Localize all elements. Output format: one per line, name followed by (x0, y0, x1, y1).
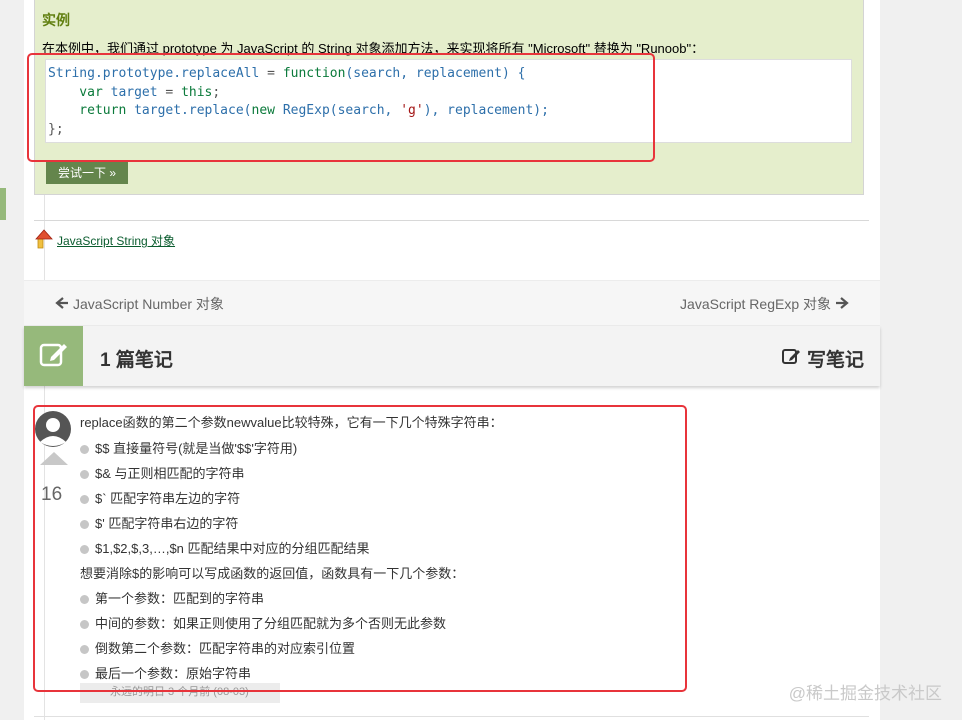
notes-icon-box (24, 326, 83, 386)
highlight-box-code (27, 53, 655, 162)
prev-page-link[interactable]: JavaScript Number 对象 (55, 294, 224, 314)
write-note-label: 写笔记 (806, 350, 864, 371)
prev-next-nav: JavaScript Number 对象 JavaScript RegExp 对… (24, 280, 880, 326)
up-arrow-icon (34, 228, 54, 253)
divider (34, 220, 869, 221)
example-title: 实例 (42, 12, 70, 28)
next-page-link[interactable]: JavaScript RegExp 对象 (680, 294, 849, 314)
try-it-button[interactable]: 尝试一下 » (46, 160, 128, 184)
sidebar-accent (0, 188, 6, 220)
prev-page-label: JavaScript Number 对象 (73, 296, 224, 312)
write-note-button[interactable]: 写笔记 (781, 345, 864, 372)
next-page-label: JavaScript RegExp 对象 (680, 296, 831, 312)
notes-count: 1 篇笔记 (100, 350, 173, 371)
arrow-right-icon (835, 296, 849, 313)
edit-icon (781, 347, 802, 371)
notes-header: 1 篇笔记 写笔记 (24, 326, 880, 386)
back-to-string-link[interactable]: JavaScript String 对象 (34, 228, 175, 253)
divider (34, 716, 869, 717)
arrow-left-icon (55, 296, 69, 313)
back-link-label: JavaScript String 对象 (57, 234, 176, 248)
highlight-box-note (33, 405, 687, 692)
edit-icon (39, 340, 69, 373)
watermark: @稀土掘金技术社区 (788, 684, 942, 703)
